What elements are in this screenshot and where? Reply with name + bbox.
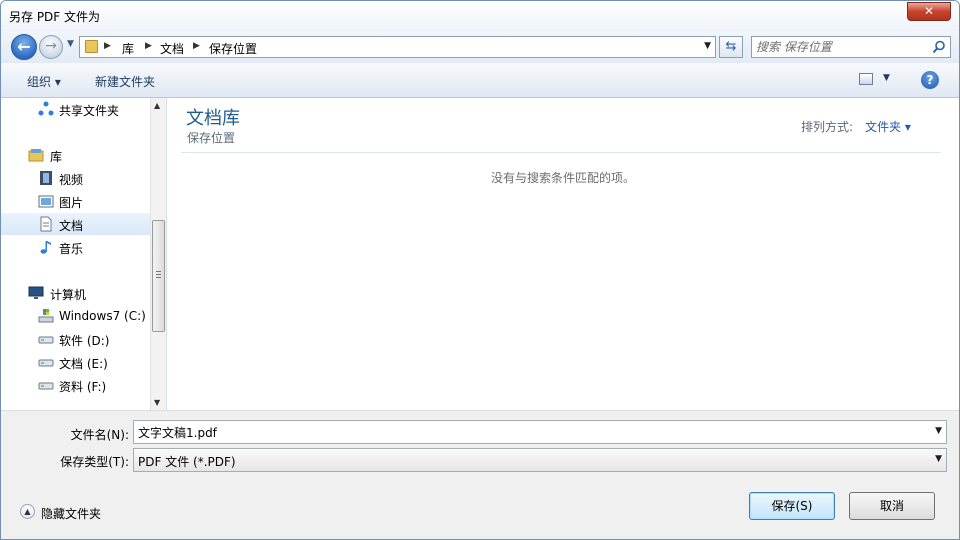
drive-icon bbox=[38, 382, 54, 390]
save-options-panel: 文件名(N): ▼ 保存类型(T): PDF 文件 (*.PDF) ▼ ▲ 隐藏… bbox=[1, 410, 959, 539]
sidebar-item-pictures[interactable]: 图片 bbox=[1, 190, 150, 212]
picture-icon bbox=[38, 195, 54, 208]
sidebar-item-label: 资料 (F:) bbox=[59, 380, 107, 394]
forward-arrow-icon[interactable]: → bbox=[39, 35, 63, 59]
filename-input[interactable] bbox=[138, 424, 918, 440]
chevron-right-icon[interactable]: ▶ bbox=[104, 41, 111, 51]
sidebar-item-documents[interactable]: 文档 bbox=[1, 213, 150, 235]
filetype-select[interactable]: PDF 文件 (*.PDF) ▼ bbox=[133, 448, 947, 472]
navigation-bar: ← → ▼ ▶ 库 ▶ 文档 ▶ 保存位置 ▼ ⇆ bbox=[1, 31, 959, 63]
sidebar-item-shared-folder[interactable]: 共享文件夹 bbox=[1, 98, 150, 120]
sidebar-item-library[interactable]: 库 bbox=[1, 144, 150, 166]
chevron-right-icon[interactable]: ▶ bbox=[145, 41, 152, 51]
network-share-icon bbox=[38, 101, 54, 116]
sidebar-item-music[interactable]: 音乐 bbox=[1, 236, 150, 258]
sidebar-item-videos[interactable]: 视频 bbox=[1, 167, 150, 189]
save-as-dialog: 另存 PDF 文件为 ✕ ← → ▼ ▶ 库 ▶ 文档 ▶ 保存位置 ▼ ⇆ 组… bbox=[0, 0, 960, 540]
hide-folders-label: 隐藏文件夹 bbox=[41, 507, 102, 521]
chevron-right-icon[interactable]: ▶ bbox=[193, 41, 200, 51]
breadcrumb-documents[interactable]: 文档 bbox=[160, 40, 184, 57]
view-dropdown-icon[interactable]: ▼ bbox=[883, 73, 890, 83]
collapse-up-icon[interactable]: ▲ bbox=[20, 504, 35, 519]
filename-label: 文件名(N): bbox=[70, 428, 129, 442]
navigation-pane: 共享文件夹 库 视频 图片 文档 音乐 计算机 Windows7 (C:) 软件… bbox=[1, 98, 167, 410]
file-list-pane[interactable]: 文档库 保存位置 排列方式: 文件夹 ▾ 没有与搜索条件匹配的项。 bbox=[167, 98, 959, 410]
search-box[interactable] bbox=[751, 36, 951, 58]
filetype-value: PDF 文件 (*.PDF) bbox=[138, 455, 236, 469]
breadcrumb-save-location[interactable]: 保存位置 bbox=[209, 40, 257, 57]
save-button[interactable]: 保存(S) bbox=[749, 492, 835, 520]
organize-button[interactable]: 组织 ▾ bbox=[27, 73, 61, 90]
sidebar-item-drive-d[interactable]: 软件 (D:) bbox=[1, 328, 150, 350]
new-folder-button[interactable]: 新建文件夹 bbox=[95, 73, 155, 90]
back-arrow-icon[interactable]: ← bbox=[11, 34, 37, 60]
search-icon[interactable] bbox=[932, 40, 946, 54]
sidebar-item-label: 软件 (D:) bbox=[59, 334, 110, 348]
header-divider bbox=[181, 152, 941, 153]
drive-icon bbox=[38, 336, 54, 344]
search-input[interactable] bbox=[756, 39, 926, 55]
sidebar-item-label: 图片 bbox=[59, 196, 84, 210]
library-icon bbox=[28, 149, 44, 162]
scroll-down-icon[interactable]: ▼ bbox=[154, 398, 160, 407]
video-icon bbox=[40, 171, 52, 185]
sidebar-item-label: 文档 bbox=[59, 219, 84, 233]
scroll-up-icon[interactable]: ▲ bbox=[154, 101, 160, 110]
arrange-by-label: 排列方式: bbox=[801, 120, 854, 134]
library-subtitle[interactable]: 保存位置 bbox=[187, 129, 235, 146]
sidebar-item-label: 音乐 bbox=[59, 242, 84, 256]
empty-state-message: 没有与搜索条件匹配的项。 bbox=[490, 171, 635, 185]
scroll-thumb[interactable] bbox=[152, 220, 165, 332]
sidebar-item-drive-e[interactable]: 文档 (E:) bbox=[1, 351, 150, 373]
filename-field[interactable]: ▼ bbox=[133, 420, 947, 444]
filetype-label: 保存类型(T): bbox=[60, 455, 129, 469]
folder-icon bbox=[85, 40, 98, 53]
close-button[interactable]: ✕ bbox=[907, 2, 951, 21]
system-drive-icon bbox=[38, 309, 54, 323]
filetype-dropdown-icon[interactable]: ▼ bbox=[935, 454, 942, 464]
navigation-scrollbar[interactable]: ▲ ▼ bbox=[150, 98, 166, 410]
sidebar-item-label: 视频 bbox=[59, 173, 84, 187]
document-icon bbox=[40, 216, 52, 232]
title-bar: 另存 PDF 文件为 ✕ bbox=[1, 1, 959, 31]
window-title: 另存 PDF 文件为 bbox=[9, 10, 101, 24]
arrange-by-dropdown[interactable]: 文件夹 ▾ bbox=[865, 118, 911, 135]
sidebar-item-label: 文档 (E:) bbox=[59, 357, 108, 371]
address-dropdown-icon[interactable]: ▼ bbox=[704, 41, 711, 51]
sidebar-item-label: Windows7 (C:) bbox=[59, 309, 146, 323]
sidebar-item-drive-f[interactable]: 资料 (F:) bbox=[1, 374, 150, 396]
sidebar-item-label: 共享文件夹 bbox=[59, 104, 120, 118]
command-bar: 组织 ▾ 新建文件夹 ▼ ? bbox=[1, 63, 959, 98]
music-note-icon bbox=[40, 241, 51, 254]
filename-dropdown-icon[interactable]: ▼ bbox=[935, 426, 942, 436]
help-button[interactable]: ? bbox=[921, 71, 939, 89]
grip-icon bbox=[156, 271, 161, 278]
refresh-icon[interactable]: ⇆ bbox=[719, 36, 743, 58]
view-options-icon[interactable] bbox=[859, 73, 873, 85]
breadcrumb-library[interactable]: 库 bbox=[122, 40, 134, 57]
library-title: 文档库 bbox=[186, 108, 240, 129]
computer-icon bbox=[28, 286, 44, 299]
history-dropdown-icon[interactable]: ▼ bbox=[67, 39, 74, 49]
drive-icon bbox=[38, 359, 54, 367]
sidebar-item-label: 计算机 bbox=[50, 288, 87, 302]
sidebar-item-drive-c[interactable]: Windows7 (C:) bbox=[1, 305, 150, 327]
sidebar-item-computer[interactable]: 计算机 bbox=[1, 282, 150, 304]
address-bar[interactable]: ▶ 库 ▶ 文档 ▶ 保存位置 ▼ bbox=[79, 36, 716, 58]
sidebar-item-label: 库 bbox=[50, 150, 63, 164]
cancel-button[interactable]: 取消 bbox=[849, 492, 935, 520]
